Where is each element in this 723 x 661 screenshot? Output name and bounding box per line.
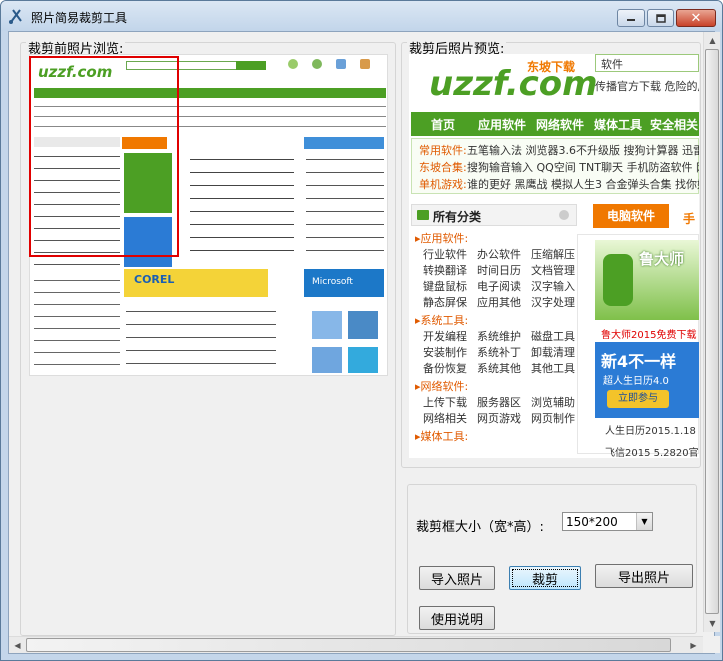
promo-banner-ludashi: 鲁大师 — [595, 240, 699, 320]
promo-banner-calendar: 新4不一样 超人生日历4.0 立即参与 — [595, 342, 699, 418]
preview-tab-active: 电脑软件 — [593, 204, 669, 228]
crop-frame[interactable] — [29, 56, 179, 257]
preview-row-2: 搜狗输音输入 QQ空间 TNT聊天 手机防盗软件 网络游戏 — [467, 161, 699, 174]
minimize-icon — [627, 19, 635, 21]
preview-row-3: 谁的更好 黑鹰战 模拟人生3 合金弹头合集 找你妹2 — [467, 178, 699, 191]
crop-button[interactable]: 裁剪 — [509, 566, 581, 590]
scroll-left-icon[interactable]: ◀ — [9, 637, 26, 654]
minimize-button[interactable] — [617, 9, 645, 27]
category-item: 其他工具 — [531, 362, 575, 375]
category-item: 磁盘工具 — [531, 330, 575, 343]
category-item: 汉字处理 — [531, 296, 575, 309]
preview-logo-sub: 东坡下载 — [527, 60, 576, 74]
scissors-app-icon — [9, 9, 22, 24]
category-title: ▸媒体工具: — [415, 430, 469, 443]
category-item: 电子阅读 — [477, 280, 521, 293]
category-item: 系统其他 — [477, 362, 521, 375]
category-title: ▸系统工具: — [415, 314, 469, 327]
preview-nav-4: 安全相关 — [647, 112, 699, 136]
preview-tab-next: 手 — [683, 212, 696, 226]
preview-nav-2: 网络软件 — [533, 112, 587, 136]
category-item: 浏览辅助 — [531, 396, 575, 409]
promo2-caption: 人生日历2015.1.18 — [605, 426, 696, 437]
size-select[interactable]: 150*200 ▼ — [562, 512, 653, 531]
category-item: 转换翻译 — [423, 264, 467, 277]
client-area: 裁剪前照片浏览: uzzf.com COREL Microsoft 裁剪后照片预… — [8, 31, 720, 654]
preview-row-label-1: 东坡合集: — [419, 161, 467, 174]
maximize-icon — [655, 13, 666, 23]
chevron-down-icon: ▼ — [636, 513, 652, 530]
category-item: 安装制作 — [423, 346, 467, 359]
category-item: 网络相关 — [423, 412, 467, 425]
category-item: 网页游戏 — [477, 412, 521, 425]
maximize-button[interactable] — [647, 9, 674, 27]
scroll-down-icon[interactable]: ▼ — [704, 615, 721, 632]
thumb-corel: COREL — [134, 273, 175, 286]
category-item: 网页制作 — [531, 412, 575, 425]
category-item: 时间日历 — [477, 264, 521, 277]
preview-nav-3: 媒体工具 — [591, 112, 645, 136]
preview-row-label-2: 单机游戏: — [419, 178, 467, 191]
category-title: ▸网络软件: — [415, 380, 469, 393]
preview-row-label-0: 常用软件: — [419, 144, 467, 157]
preview-slogan: 传播官方下载 危险的后 — [595, 80, 699, 93]
category-item: 卸载清理 — [531, 346, 575, 359]
vertical-scroll-thumb[interactable] — [705, 49, 719, 614]
scroll-right-icon[interactable]: ▶ — [685, 637, 702, 654]
window-title: 照片简易裁剪工具 — [31, 11, 128, 25]
preview-categories: ▸应用软件: 行业软件 办公软件 压缩解压转换翻译 时间日历 文档管理键盘鼠标 电子阅读 汉字… — [415, 230, 575, 450]
size-grip[interactable] — [703, 636, 720, 653]
folder-icon — [417, 210, 429, 220]
preview-sidebar-title: 所有分类 — [433, 210, 482, 224]
category-item: 办公软件 — [477, 248, 521, 261]
title-bar[interactable]: 照片简易裁剪工具 ✕ — [1, 1, 722, 31]
promo-caption: 鲁大师2015免费下载 — [601, 330, 697, 341]
category-item: 压缩解压 — [531, 248, 575, 261]
category-item: 静态屏保 — [423, 296, 467, 309]
category-item: 文档管理 — [531, 264, 575, 277]
import-photo-button[interactable]: 导入照片 — [419, 566, 495, 590]
export-photo-button[interactable]: 导出照片 — [595, 564, 693, 588]
close-icon: ✕ — [690, 10, 702, 26]
preview-search-link: 软件 — [601, 58, 623, 71]
help-button[interactable]: 使用说明 — [419, 606, 495, 630]
thumb-ms: Microsoft — [312, 277, 353, 287]
horizontal-scrollbar[interactable]: ◀ ▶ — [9, 636, 703, 653]
preview-row-1: 五笔输入法 浏览器3.6不升级版 搜狗计算器 迅雷下载 — [467, 144, 699, 157]
preview-nav-1: 应用软件 — [475, 112, 529, 136]
category-item: 行业软件 — [423, 248, 467, 261]
category-item: 键盘鼠标 — [423, 280, 467, 293]
size-label: 裁剪框大小（宽*高）: — [416, 520, 544, 535]
close-button[interactable]: ✕ — [676, 9, 716, 27]
news-item: 飞信2015 5.2820官方 — [605, 448, 699, 458]
category-item: 上传下载 — [423, 396, 467, 409]
preview-image: uzzf.com 东坡下载 软件 传播官方下载 危险的后 首页 应用软件 网络软… — [409, 54, 699, 458]
vertical-scrollbar[interactable]: ▲ ▼ — [703, 32, 720, 632]
category-title: ▸应用软件: — [415, 232, 469, 245]
category-item: 开发编程 — [423, 330, 467, 343]
category-item: 应用其他 — [477, 296, 521, 309]
preview-nav-0: 首页 — [419, 112, 467, 136]
category-item: 备份恢复 — [423, 362, 467, 375]
category-item: 系统维护 — [477, 330, 521, 343]
category-item: 服务器区 — [477, 396, 521, 409]
app-window: 照片简易裁剪工具 ✕ 裁剪前照片浏览: uzzf.com COREL Micro… — [0, 0, 723, 661]
scroll-up-icon[interactable]: ▲ — [704, 32, 721, 49]
category-item: 系统补丁 — [477, 346, 521, 359]
category-item: 汉字输入 — [531, 280, 575, 293]
collapse-icon — [559, 210, 569, 220]
horizontal-scroll-thumb[interactable] — [26, 638, 671, 652]
